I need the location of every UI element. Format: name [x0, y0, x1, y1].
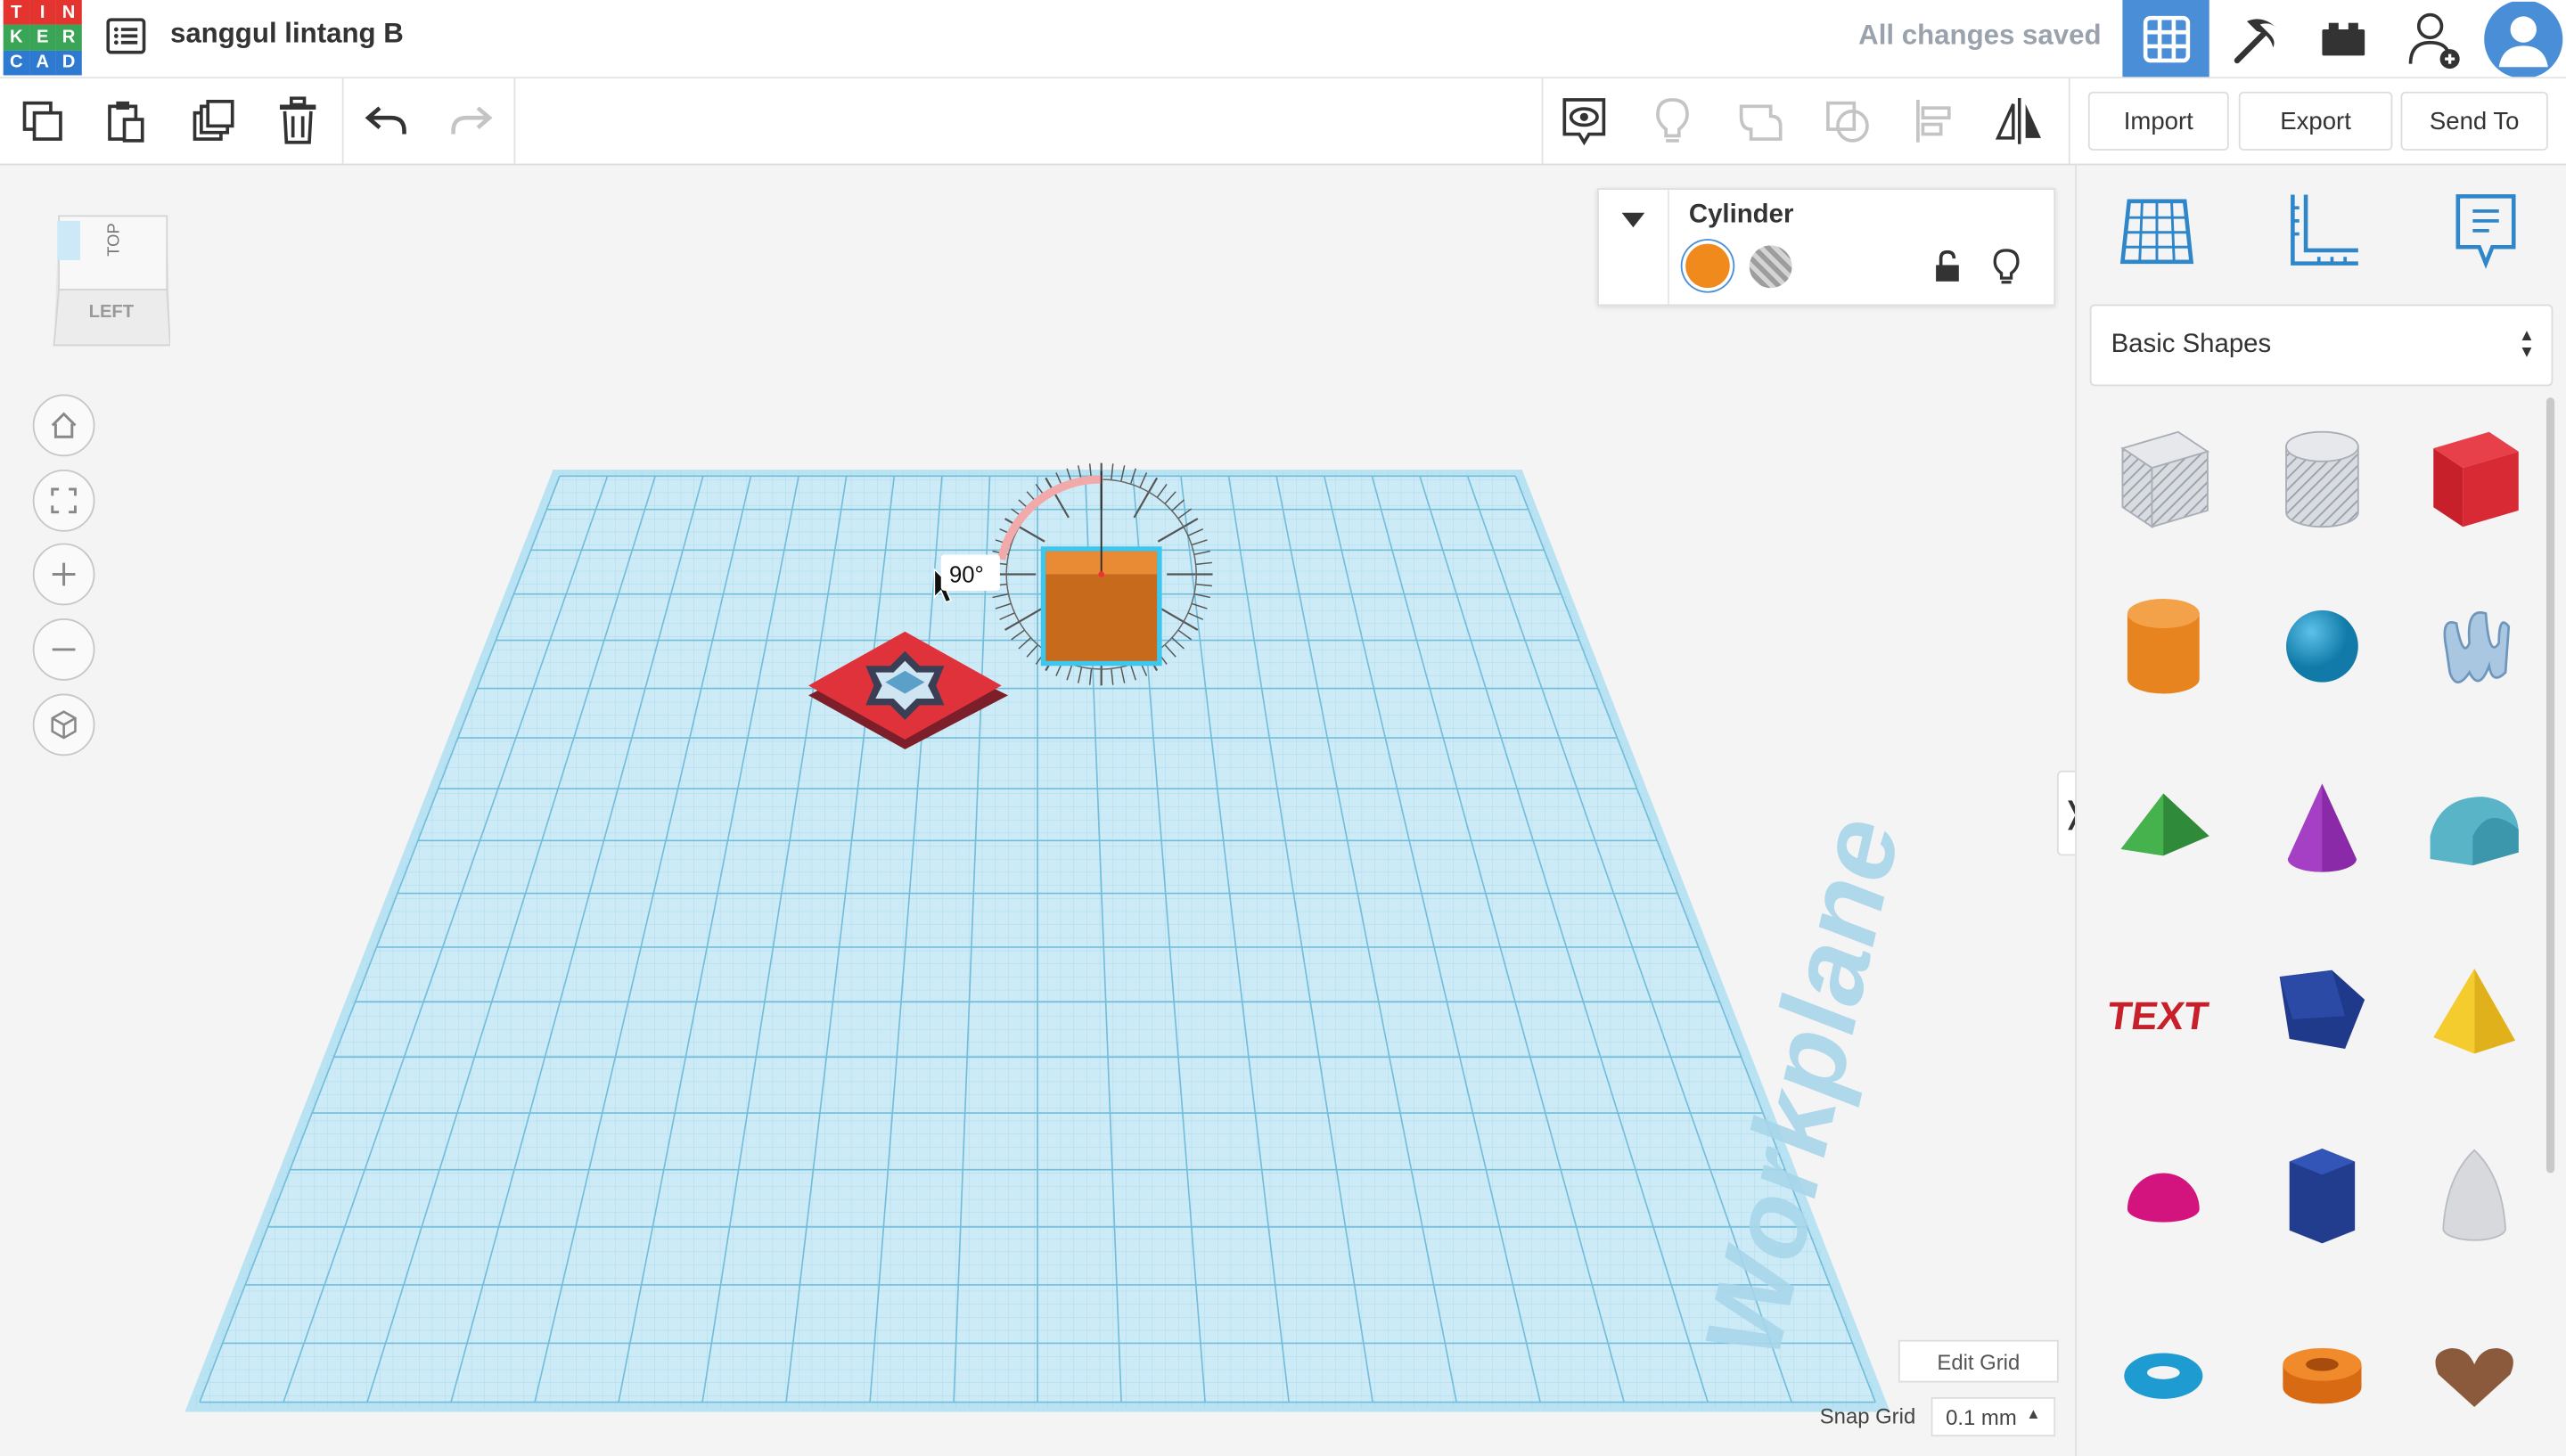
zoom-out-button[interactable] [32, 618, 95, 681]
send-to-button[interactable]: Send To [2400, 91, 2548, 151]
shape-inspector: Cylinder [1597, 188, 2056, 307]
bricks-icon[interactable] [2300, 0, 2386, 77]
top-header: TINKERCAD sanggul lintang B All changes … [0, 0, 2566, 79]
shape-category-select[interactable]: Basic Shapes ▲ ▼ [2089, 304, 2554, 387]
align-icon[interactable] [1908, 94, 1961, 147]
view-cube-face-label: LEFT [88, 302, 135, 323]
logo-letter: D [55, 50, 82, 76]
toolbar-divider [513, 78, 516, 164]
shape-heart-icon[interactable] [2409, 1311, 2540, 1442]
shapes-scrollbar[interactable] [2546, 397, 2555, 1174]
mirror-icon[interactable] [1993, 94, 2045, 147]
notes-visibility-icon[interactable] [1558, 94, 1611, 147]
shape-cylinder-hole-icon[interactable] [2257, 414, 2388, 545]
shape-pyramid-icon[interactable] [2409, 947, 2540, 1078]
visibility-bulb-icon[interactable] [1990, 249, 2023, 284]
notes-tool-icon[interactable] [2440, 188, 2532, 273]
toolbar-divider [341, 78, 344, 164]
svg-text:TEXT: TEXT [2110, 994, 2211, 1038]
tinkercad-logo[interactable]: TINKERCAD [3, 0, 82, 76]
fit-view-button[interactable] [32, 469, 95, 532]
undo-icon[interactable] [360, 94, 413, 147]
shape-paraboloid-icon[interactable] [2409, 1131, 2540, 1262]
duplicate-icon[interactable] [186, 94, 239, 147]
shape-text-icon[interactable]: TEXT [2098, 947, 2229, 1078]
shape-half-sphere-icon[interactable] [2098, 1131, 2229, 1262]
minus-icon [52, 648, 76, 651]
export-button[interactable]: Export [2238, 91, 2393, 151]
shape-box-hole-icon[interactable] [2098, 414, 2229, 545]
trash-icon[interactable] [272, 94, 324, 147]
toolbar-divider [1541, 78, 1544, 164]
import-button[interactable]: Import [2087, 91, 2229, 151]
hole-swatch[interactable] [1749, 245, 1792, 289]
view-cube[interactable]: TOP LEFT [53, 211, 171, 348]
lock-icon[interactable] [1931, 249, 1964, 283]
copy-icon[interactable] [16, 94, 69, 147]
document-title[interactable]: sanggul lintang B [170, 18, 404, 51]
shape-tube-icon[interactable] [2257, 1311, 2388, 1442]
add-user-icon[interactable] [2390, 0, 2476, 77]
snap-grid-label: Snap Grid [1819, 1403, 1916, 1428]
shape-cone-icon[interactable] [2257, 763, 2388, 894]
scene-3d[interactable]: Workplane 90° [0, 165, 2075, 1456]
rotation-readout: 90° [949, 563, 984, 588]
projection-button[interactable] [32, 693, 95, 757]
shape-scribble-icon[interactable] [2409, 581, 2540, 712]
shapes-panel: Basic Shapes ▲ ▼ TEXT [2075, 165, 2566, 1456]
panel-collapse-toggle[interactable]: ❭ [2056, 770, 2076, 856]
cube-icon [51, 710, 77, 740]
shape-round-roof-icon[interactable] [2409, 763, 2540, 894]
shape-category-value: Basic Shapes [2111, 330, 2272, 359]
logo-letter: C [3, 50, 30, 76]
shape-sphere-icon[interactable] [2257, 581, 2388, 712]
inspector-shape-name: Cylinder [1688, 200, 1794, 230]
logo-letter: I [29, 0, 56, 26]
pickaxe-icon[interactable] [2211, 0, 2298, 77]
shape-roof-icon[interactable] [2098, 763, 2229, 894]
redo-icon[interactable] [445, 94, 497, 147]
select-arrows-icon: ▲ ▼ [2518, 327, 2536, 362]
paste-icon[interactable] [100, 94, 152, 147]
snap-grid-value: 0.1 mm [1946, 1404, 2017, 1429]
shape-polygon-icon[interactable] [2257, 1131, 2388, 1262]
zoom-in-button[interactable] [32, 543, 95, 606]
ungroup-icon[interactable] [1822, 94, 1874, 147]
shape-torus-icon[interactable] [2098, 1311, 2229, 1442]
collapse-inspector-button[interactable] [1599, 189, 1669, 305]
shape-wedge-icon[interactable] [2257, 947, 2388, 1078]
snap-grid-select[interactable]: 0.1 mm ▲ [1931, 1397, 2056, 1437]
design-list-icon[interactable] [103, 13, 149, 59]
workplane-tool-icon[interactable] [2111, 188, 2203, 273]
avatar[interactable] [2480, 0, 2566, 77]
workplane-canvas[interactable]: Workplane 90° TOP LEFT Cylinder Edit Gri… [0, 165, 2076, 1456]
caret-up-icon: ▲ [2026, 1405, 2041, 1422]
view-cube-top-label: TOP [105, 223, 124, 257]
toolbar-divider [2068, 78, 2070, 164]
plus-icon [52, 562, 76, 586]
ruler-tool-icon[interactable] [2276, 188, 2368, 273]
toolbar: Import Export Send To [0, 78, 2566, 166]
edit-grid-button[interactable]: Edit Grid [1898, 1339, 2059, 1383]
logo-letter: A [29, 50, 56, 76]
logo-letter: E [29, 25, 56, 51]
caret-down-icon [1621, 212, 1645, 228]
shape-box-icon[interactable] [2409, 414, 2540, 545]
logo-letter: T [3, 0, 30, 26]
save-status: All changes saved [1858, 20, 2102, 51]
logo-letter: N [55, 0, 82, 26]
light-bulb-icon[interactable] [1646, 94, 1699, 147]
solid-color-swatch[interactable] [1685, 243, 1730, 289]
shape-cylinder-icon[interactable] [2098, 581, 2229, 712]
home-view-button[interactable] [32, 394, 95, 457]
logo-letter: K [3, 25, 30, 51]
logo-letter: R [55, 25, 82, 51]
fit-view-icon [51, 487, 77, 514]
3d-design-grid-icon[interactable] [2122, 0, 2209, 78]
group-icon[interactable] [1734, 94, 1787, 147]
home-icon [51, 412, 77, 438]
